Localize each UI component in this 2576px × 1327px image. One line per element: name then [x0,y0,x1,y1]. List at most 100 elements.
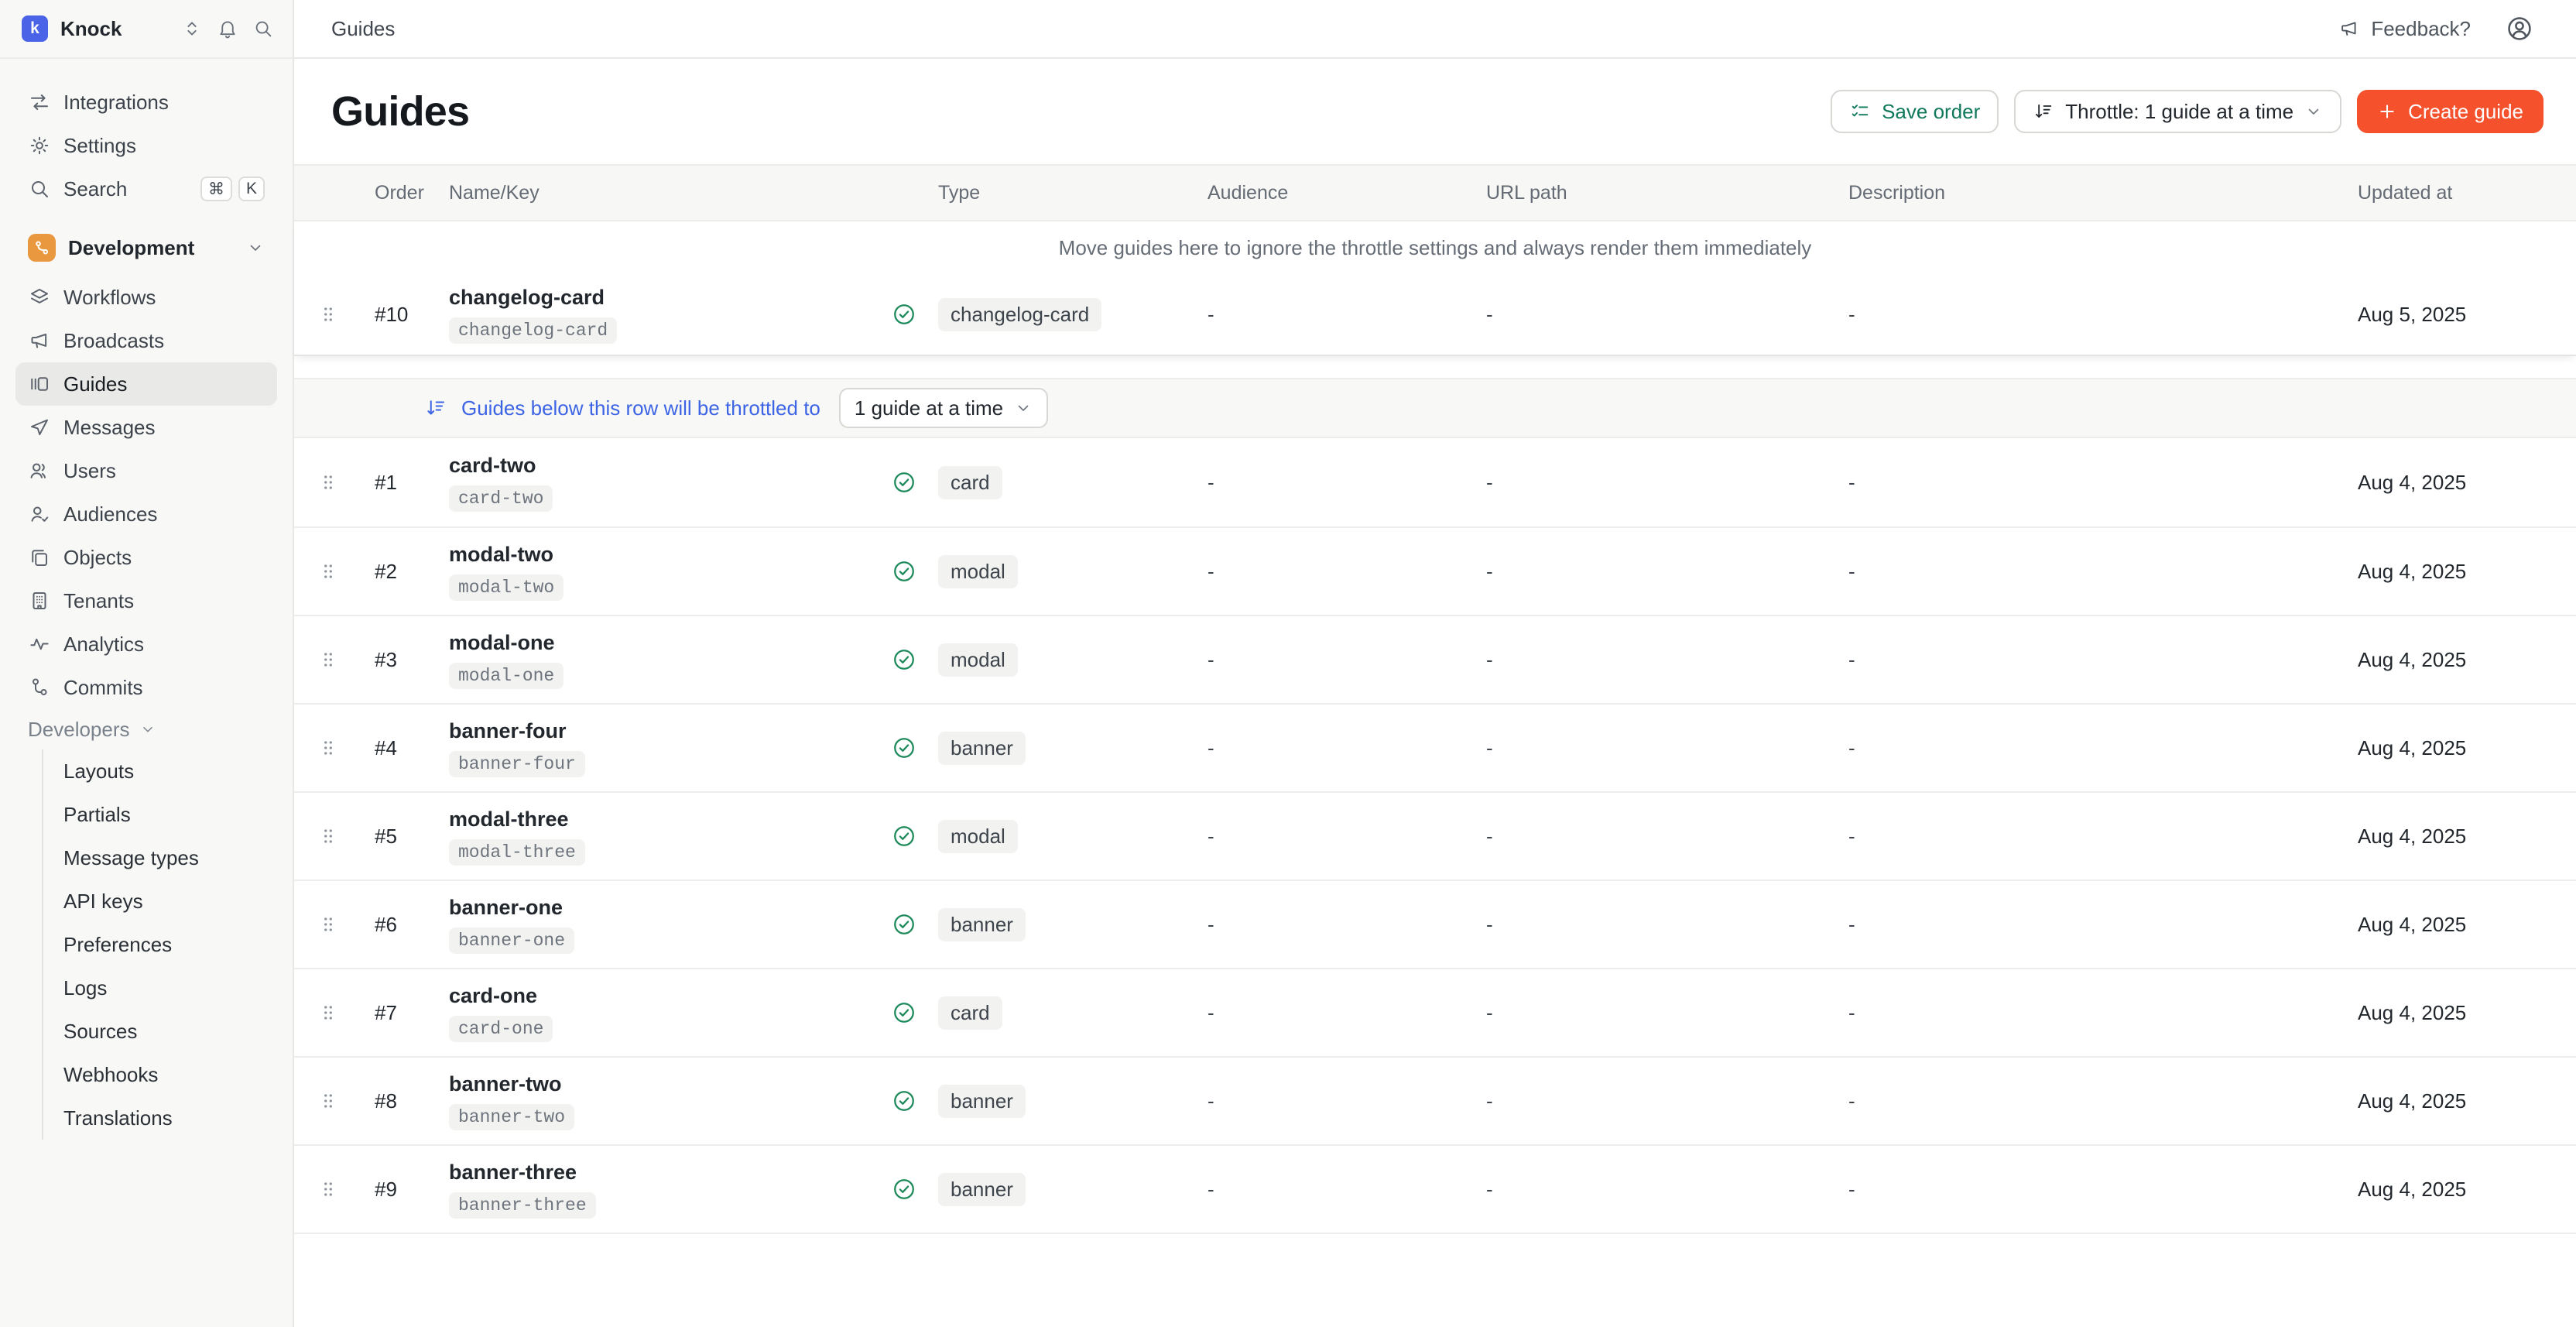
sidebar-item-objects[interactable]: Objects [15,536,277,579]
workspace-switcher-icon[interactable] [181,18,203,39]
guide-name[interactable]: modal-three [449,808,569,832]
guide-name[interactable]: modal-one [449,631,555,655]
notifications-bell-icon[interactable] [217,18,238,39]
developers-section-toggle[interactable]: Developers [15,709,277,749]
account-avatar-icon[interactable] [2505,14,2534,43]
guide-name[interactable]: banner-three [449,1161,577,1185]
drag-handle-icon[interactable] [294,914,362,934]
col-updated-at: Updated at [2352,182,2576,204]
throttle-dropdown-button[interactable]: Throttle: 1 guide at a time [2014,90,2341,133]
guide-row-card-two[interactable]: #1 card-two card-two card - - - Aug 4, 2… [294,438,2576,526]
sidebar-item-users[interactable]: Users [15,449,277,492]
guide-order: #2 [362,560,449,584]
sidebar-item-settings[interactable]: Settings [15,124,277,167]
guide-active-check-icon [876,469,932,495]
guide-active-check-icon [876,735,932,761]
sidebar-item-preferences[interactable]: Preferences [63,923,277,966]
save-order-button[interactable]: Save order [1831,90,1999,133]
drag-handle-icon[interactable] [294,1003,362,1023]
environment-switcher[interactable]: Development [15,226,277,269]
guide-type-badge: banner [938,732,1026,765]
sidebar-item-workflows[interactable]: Workflows [15,276,277,319]
sidebar-item-search[interactable]: Search ⌘K [15,167,277,211]
guide-name[interactable]: changelog-card [449,286,605,310]
guide-key-badge: banner-one [449,928,574,954]
analytics-icon [28,633,51,656]
create-guide-button[interactable]: Create guide [2357,90,2543,133]
guide-key-badge: banner-four [449,751,585,777]
guide-row-banner-two[interactable]: #8 banner-two banner-two banner - - - Au… [294,1056,2576,1144]
sidebar-item-audiences[interactable]: Audiences [15,492,277,536]
guide-row-card-one[interactable]: #7 card-one card-one card - - - Aug 4, 2… [294,968,2576,1056]
drag-handle-icon[interactable] [294,826,362,846]
sidebar-item-analytics[interactable]: Analytics [15,622,277,666]
chevron-down-icon [246,238,265,257]
sidebar-item-broadcasts[interactable]: Broadcasts [15,319,277,362]
guide-key-badge: changelog-card [449,317,617,344]
guide-url-path: - [1474,736,1836,760]
guide-audience: - [1195,648,1474,672]
guide-row-modal-two[interactable]: #2 modal-two modal-two modal - - - Aug 4… [294,526,2576,615]
sidebar-item-tenants[interactable]: Tenants [15,579,277,622]
throttle-count-select[interactable]: 1 guide at a time [839,388,1048,428]
drag-handle-icon[interactable] [294,304,362,324]
guide-active-check-icon [876,558,932,585]
throttle-divider-link[interactable]: Guides below this row will be throttled … [461,396,820,420]
sidebar-item-guides[interactable]: Guides [15,362,277,406]
sidebar-item-partials[interactable]: Partials [63,793,277,836]
guide-row-modal-three[interactable]: #5 modal-three modal-three modal - - - A… [294,791,2576,880]
workspace-name: Knock [60,17,122,41]
guide-type-badge: changelog-card [938,298,1101,331]
sidebar-item-logs[interactable]: Logs [63,966,277,1010]
drag-handle-icon[interactable] [294,650,362,670]
sidebar-item-commits[interactable]: Commits [15,666,277,709]
megaphone-icon [2338,18,2360,39]
sidebar-item-messages[interactable]: Messages [15,406,277,449]
messages-icon [28,416,51,439]
commits-icon [28,676,51,699]
drag-handle-icon[interactable] [294,1179,362,1199]
guide-description: - [1836,736,2352,760]
guide-key-badge: banner-three [449,1192,596,1219]
guide-active-check-icon [876,1176,932,1202]
sidebar-item-message-types[interactable]: Message types [63,836,277,880]
guide-description: - [1836,560,2352,584]
guide-updated-at: Aug 4, 2025 [2352,1178,2576,1202]
guide-row-banner-three[interactable]: #9 banner-three banner-three banner - - … [294,1144,2576,1233]
guide-description: - [1836,471,2352,495]
guide-name[interactable]: modal-two [449,543,553,567]
guide-row-changelog-card[interactable]: #10 changelog-card changelog-card change… [294,274,2576,355]
checklist-icon [1849,101,1871,122]
guide-description: - [1836,648,2352,672]
guide-name[interactable]: banner-four [449,719,567,743]
guide-description: - [1836,825,2352,849]
guide-name[interactable]: card-one [449,984,537,1008]
drag-handle-icon[interactable] [294,738,362,758]
chevron-down-icon [2304,102,2323,121]
feedback-button[interactable]: Feedback? [2338,17,2471,41]
sidebar-item-layouts[interactable]: Layouts [63,749,277,793]
chevron-down-icon [1014,399,1033,417]
guide-url-path: - [1474,1089,1836,1113]
sidebar-item-api-keys[interactable]: API keys [63,880,277,923]
drag-handle-icon[interactable] [294,472,362,492]
guide-name[interactable]: banner-two [449,1072,562,1096]
guide-row-banner-one[interactable]: #6 banner-one banner-one banner - - - Au… [294,880,2576,968]
search-icon[interactable] [252,18,274,39]
guide-row-modal-one[interactable]: #3 modal-one modal-one modal - - - Aug 4… [294,615,2576,703]
sidebar-item-sources[interactable]: Sources [63,1010,277,1053]
development-env-icon [28,234,56,262]
guide-name[interactable]: card-two [449,454,536,478]
drag-handle-icon[interactable] [294,561,362,581]
guide-updated-at: Aug 4, 2025 [2352,648,2576,672]
sidebar-item-translations[interactable]: Translations [63,1096,277,1140]
guide-name[interactable]: banner-one [449,896,563,920]
drag-handle-icon[interactable] [294,1091,362,1111]
sidebar-item-integrations[interactable]: Integrations [15,81,277,124]
topbar: Guides Feedback? [294,0,2576,59]
guide-row-banner-four[interactable]: #4 banner-four banner-four banner - - - … [294,703,2576,791]
knock-logo: k [22,15,48,42]
guide-description: - [1836,1089,2352,1113]
workflows-icon [28,286,51,309]
sidebar-item-webhooks[interactable]: Webhooks [63,1053,277,1096]
